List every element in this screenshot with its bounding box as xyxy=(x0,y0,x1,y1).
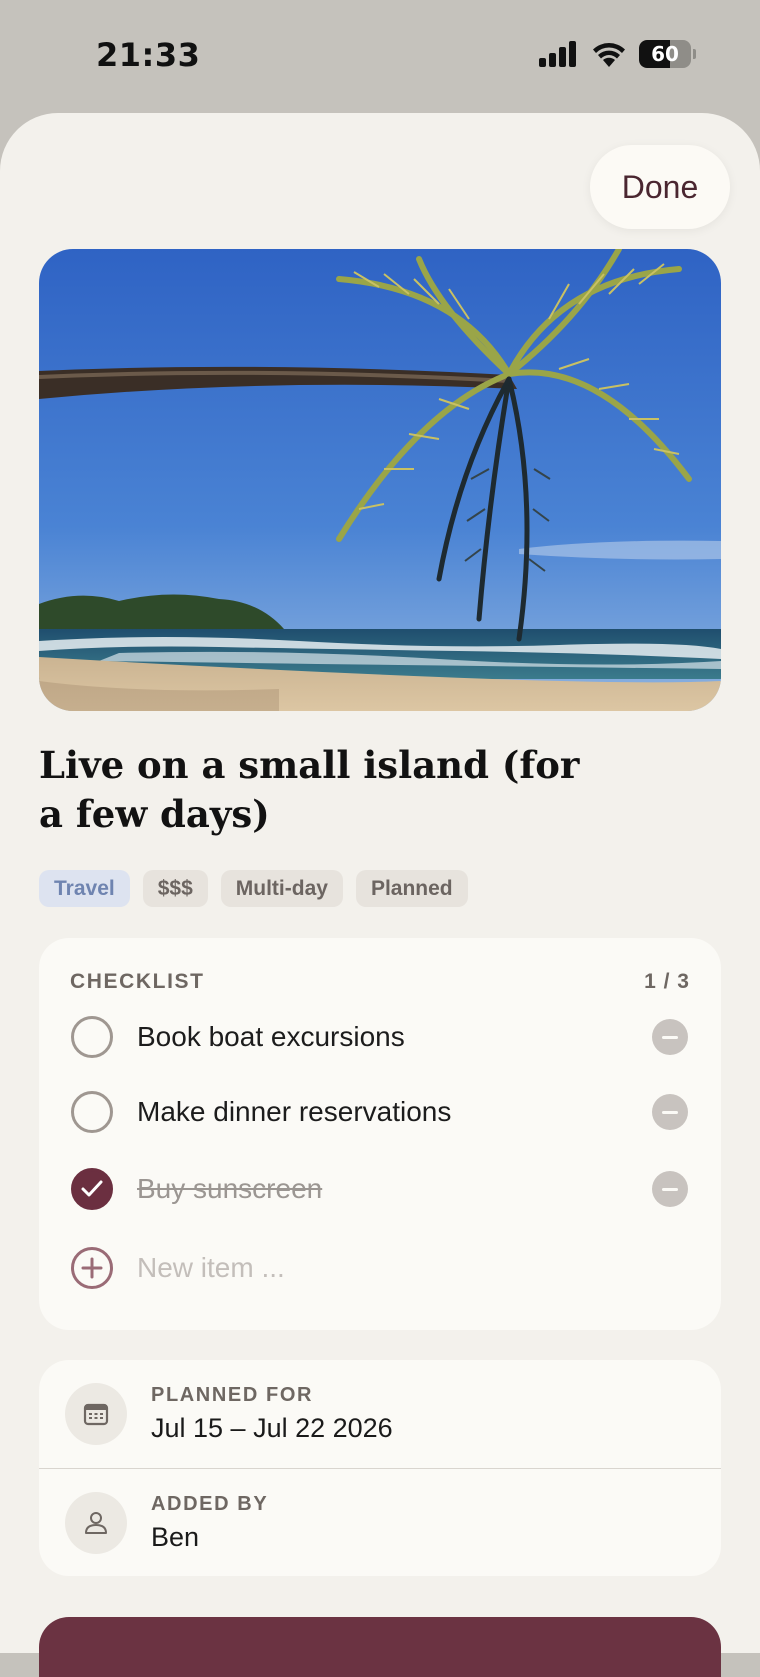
new-item-input[interactable] xyxy=(137,1252,537,1284)
planned-for-row[interactable]: PLANNED FOR Jul 15 – Jul 22 2026 xyxy=(39,1360,721,1468)
added-by-text: ADDED BY Ben xyxy=(151,1493,268,1553)
new-item-row xyxy=(71,1246,688,1290)
details-card: PLANNED FOR Jul 15 – Jul 22 2026 ADDED B… xyxy=(39,1360,721,1576)
person-icon xyxy=(65,1491,127,1554)
plus-icon[interactable] xyxy=(71,1247,113,1289)
checklist-item: Buy sunscreen xyxy=(71,1167,688,1211)
calendar-icon xyxy=(65,1383,127,1445)
status-icons: 60 xyxy=(539,40,696,68)
status-bar: 21:33 60 xyxy=(0,0,760,112)
done-button[interactable]: Done xyxy=(590,145,730,229)
detail-sheet: Done Live on a small island (for a few d… xyxy=(0,113,760,1677)
battery-level: 60 xyxy=(651,42,679,66)
checklist-item-label[interactable]: Make dinner reservations xyxy=(137,1096,652,1128)
minus-icon xyxy=(662,1110,678,1114)
checklist-card: CHECKLIST 1 / 3 Book boat excursions Mak… xyxy=(39,938,721,1330)
checkmark-icon xyxy=(81,1180,103,1197)
remove-item-button[interactable] xyxy=(652,1019,688,1055)
tag-travel[interactable]: Travel xyxy=(39,870,130,907)
cellular-signal-icon xyxy=(539,41,576,67)
added-by-label: ADDED BY xyxy=(151,1492,269,1515)
minus-icon xyxy=(662,1035,678,1039)
status-time: 21:33 xyxy=(96,36,201,74)
battery-indicator: 60 xyxy=(639,40,691,68)
added-by-value: Ben xyxy=(151,1521,200,1552)
tag-cost[interactable]: $$$ xyxy=(142,870,208,907)
checkbox[interactable] xyxy=(71,1091,113,1133)
checklist-heading: CHECKLIST xyxy=(70,970,205,993)
remove-item-button[interactable] xyxy=(652,1171,688,1207)
tag-status[interactable]: Planned xyxy=(355,870,468,907)
checkbox[interactable] xyxy=(71,1016,113,1058)
checklist-count: 1 / 3 xyxy=(644,970,690,993)
planned-for-label: PLANNED FOR xyxy=(151,1384,314,1406)
checklist-item: Book boat excursions xyxy=(71,1015,688,1059)
added-by-row: ADDED BY Ben xyxy=(39,1468,721,1576)
checklist-item-label[interactable]: Buy sunscreen xyxy=(137,1173,652,1205)
checkbox-checked[interactable] xyxy=(71,1168,113,1210)
tag-list: Travel $$$ Multi-day Planned xyxy=(39,870,468,907)
wifi-icon xyxy=(593,43,625,67)
primary-action-button[interactable] xyxy=(39,1617,721,1677)
tag-duration[interactable]: Multi-day xyxy=(220,870,343,907)
battery-nub xyxy=(693,49,696,59)
remove-item-button[interactable] xyxy=(652,1094,688,1130)
minus-icon xyxy=(662,1187,678,1191)
hero-photo xyxy=(39,249,721,711)
item-title: Live on a small island (for a few days) xyxy=(39,743,580,836)
planned-for-text: PLANNED FOR Jul 15 – Jul 22 2026 xyxy=(151,1384,393,1444)
planned-for-value: Jul 15 – Jul 22 2026 xyxy=(151,1413,393,1443)
checklist-item-label[interactable]: Book boat excursions xyxy=(137,1021,652,1053)
checklist-item: Make dinner reservations xyxy=(71,1090,688,1134)
beach-palm-image xyxy=(39,249,721,711)
checklist-header: CHECKLIST 1 / 3 xyxy=(70,970,690,994)
